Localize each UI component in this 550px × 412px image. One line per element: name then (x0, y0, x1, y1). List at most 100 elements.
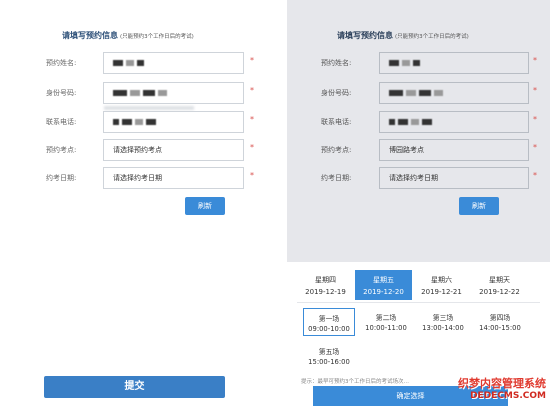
masked-text (389, 90, 403, 96)
slot-name: 第四场 (489, 314, 511, 322)
slot-time: 10:00-11:00 (365, 324, 407, 332)
name-input[interactable] (379, 52, 529, 74)
exam-date-row: 约考日期: 请选择约考日期 * (287, 167, 550, 189)
masked-text (137, 60, 144, 66)
appointment-form: 请填写预约信息 (只能预约3个工作日后的考试) 预约姓名: * 身份号码: * 联… (22, 0, 262, 412)
id-number-input[interactable] (379, 82, 529, 104)
exam-site-select[interactable]: 请选择预约考点 (103, 139, 244, 161)
name-row: 预约姓名: * (22, 52, 262, 74)
required-mark: * (533, 115, 537, 124)
picker-notice: 提示：最早可预约3个工作日后的考试场次… (301, 379, 410, 385)
form-title-text: 请填写预约信息 (62, 31, 118, 40)
name-label: 预约姓名: (321, 59, 352, 67)
exam-date-label: 约考日期: (46, 174, 77, 182)
weekday-label: 星期天 (489, 276, 510, 284)
slot-time: 15:00-16:00 (308, 358, 350, 366)
date-label: 2019-12-21 (421, 288, 462, 296)
name-row: 预约姓名: * (287, 52, 550, 74)
required-mark: * (250, 86, 254, 95)
watermark-en: DEDECMS.COM (470, 391, 546, 401)
day-tab-saturday[interactable]: 星期六 2019-12-21 (413, 270, 470, 300)
phone-label: 联系电话: (46, 118, 77, 126)
date-label: 2019-12-19 (305, 288, 346, 296)
phone-row: 联系电话: * (287, 111, 550, 133)
exam-site-label: 预约考点: (321, 146, 352, 154)
id-label: 身份号码: (46, 89, 77, 97)
required-mark: * (533, 143, 537, 152)
watermark-cn: 织梦内容管理系统 (458, 377, 546, 390)
day-tab-thursday[interactable]: 星期四 2019-12-19 (297, 270, 354, 300)
exam-site-row: 预约考点: 博园路考点 * (287, 139, 550, 161)
id-row: 身份号码: * (22, 82, 262, 104)
masked-text (113, 119, 119, 125)
slot-time: 14:00-15:00 (479, 324, 521, 332)
id-label: 身份号码: (321, 89, 352, 97)
phone-label: 联系电话: (321, 118, 352, 126)
slot-4[interactable]: 第四场 14:00-15:00 (474, 308, 526, 336)
form-title: 请填写预约信息 (只能预约3个工作日后的考试) (337, 30, 469, 41)
watermark-logo: 织梦内容管理系统 DEDECMS.COM (458, 375, 546, 401)
masked-text (126, 60, 134, 66)
phone-input[interactable] (103, 111, 244, 133)
masked-text (143, 90, 155, 96)
date-label: 2019-12-20 (363, 288, 404, 296)
phone-input[interactable] (379, 111, 529, 133)
masked-text (419, 90, 431, 96)
masked-text (398, 119, 408, 125)
masked-text (402, 60, 410, 66)
masked-text (411, 119, 419, 125)
day-tab-friday[interactable]: 星期五 2019-12-20 (355, 270, 412, 300)
required-mark: * (533, 171, 537, 180)
masked-text (422, 119, 432, 125)
id-row: 身份号码: * (287, 82, 550, 104)
submit-button[interactable]: 提交 (44, 376, 225, 398)
exam-date-row: 约考日期: 请选择约考日期 * (22, 167, 262, 189)
masked-text (158, 90, 167, 96)
name-label: 预约姓名: (46, 59, 77, 67)
date-label: 2019-12-22 (479, 288, 520, 296)
weekday-label: 星期五 (373, 276, 394, 284)
exam-site-label: 预约考点: (46, 146, 77, 154)
form-hint: (只能预约3个工作日后的考试) (120, 34, 194, 40)
masked-text (146, 119, 156, 125)
required-mark: * (533, 86, 537, 95)
required-mark: * (533, 56, 537, 65)
exam-date-select[interactable]: 请选择约考日期 (379, 167, 529, 189)
masked-text (389, 60, 399, 66)
required-mark: * (250, 115, 254, 124)
id-number-input[interactable] (103, 82, 244, 104)
slot-3[interactable]: 第三场 13:00-14:00 (417, 308, 469, 336)
slot-5[interactable]: 第五场 15:00-16:00 (303, 342, 355, 370)
refresh-button[interactable]: 刷新 (185, 197, 225, 215)
masked-text (130, 90, 140, 96)
exam-site-select[interactable]: 博园路考点 (379, 139, 529, 161)
slot-2[interactable]: 第二场 10:00-11:00 (360, 308, 412, 336)
slot-name: 第一场 (318, 315, 340, 323)
form-title: 请填写预约信息 (只能预约3个工作日后的考试) (62, 30, 194, 41)
slot-time: 13:00-14:00 (422, 324, 464, 332)
masked-text (413, 60, 420, 66)
weekday-label: 星期四 (315, 276, 336, 284)
slot-name: 第五场 (318, 348, 340, 356)
picker-divider (297, 302, 540, 303)
masked-text (122, 119, 132, 125)
day-tab-sunday[interactable]: 星期天 2019-12-22 (471, 270, 528, 300)
exam-date-select[interactable]: 请选择约考日期 (103, 167, 244, 189)
refresh-button[interactable]: 刷新 (459, 197, 499, 215)
masked-text (113, 90, 127, 96)
masked-text (389, 119, 395, 125)
required-mark: * (250, 143, 254, 152)
slot-name: 第三场 (432, 314, 454, 322)
phone-row: 联系电话: * (22, 111, 262, 133)
form-hint: (只能预约3个工作日后的考试) (395, 34, 469, 40)
masked-text (135, 119, 143, 125)
form-title-text: 请填写预约信息 (337, 31, 393, 40)
slot-1[interactable]: 第一场 09:00-10:00 (303, 308, 355, 336)
blur-bar (104, 106, 194, 110)
weekday-label: 星期六 (431, 276, 452, 284)
slot-time: 09:00-10:00 (308, 325, 350, 333)
required-mark: * (250, 56, 254, 65)
required-mark: * (250, 171, 254, 180)
exam-site-row: 预约考点: 请选择预约考点 * (22, 139, 262, 161)
name-input[interactable] (103, 52, 244, 74)
